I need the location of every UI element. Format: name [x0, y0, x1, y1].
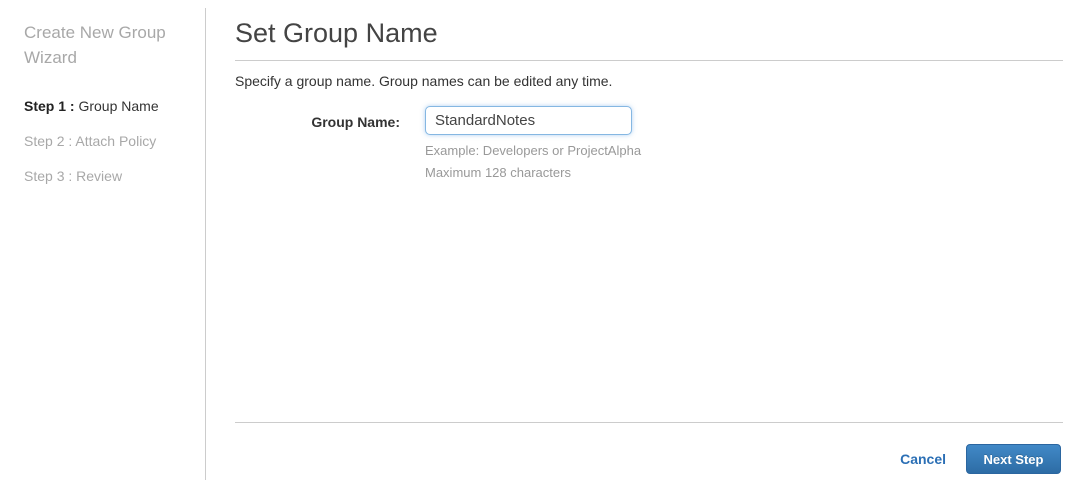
- next-step-button[interactable]: Next Step: [966, 444, 1061, 474]
- page-title: Set Group Name: [235, 0, 1063, 61]
- cancel-button[interactable]: Cancel: [900, 451, 946, 467]
- footer-divider: [235, 422, 1063, 423]
- group-name-row: Group Name: Example: Developers or Proje…: [235, 106, 1063, 182]
- footer-actions: Cancel Next Step: [900, 444, 1061, 474]
- sidebar-divider: [205, 8, 206, 480]
- group-name-field-wrap: Example: Developers or ProjectAlpha Maxi…: [425, 106, 641, 182]
- step-2-prefix: Step 2 :: [24, 133, 76, 149]
- sidebar-step-1[interactable]: Step 1 : Group Name: [24, 98, 193, 114]
- sidebar-step-2[interactable]: Step 2 : Attach Policy: [24, 133, 193, 149]
- step-1-prefix: Step 1 :: [24, 98, 79, 114]
- group-name-hint-example: Example: Developers or ProjectAlpha: [425, 143, 642, 158]
- step-3-label: Review: [76, 168, 123, 184]
- wizard-sidebar: Create New Group Wizard Step 1 : Group N…: [0, 0, 205, 480]
- main-panel: Set Group Name Specify a group name. Gro…: [235, 0, 1063, 182]
- group-name-hint-max: Maximum 128 characters: [425, 165, 571, 180]
- step-2-label: Attach Policy: [75, 133, 157, 149]
- step-3-prefix: Step 3 :: [24, 168, 77, 184]
- sidebar-step-3[interactable]: Step 3 : Review: [24, 168, 193, 184]
- step-1-label: Group Name: [78, 98, 159, 114]
- page-description: Specify a group name. Group names can be…: [235, 73, 613, 89]
- group-name-input[interactable]: [425, 106, 632, 135]
- group-name-label: Group Name:: [311, 114, 400, 130]
- wizard-title: Create New Group Wizard: [24, 23, 166, 67]
